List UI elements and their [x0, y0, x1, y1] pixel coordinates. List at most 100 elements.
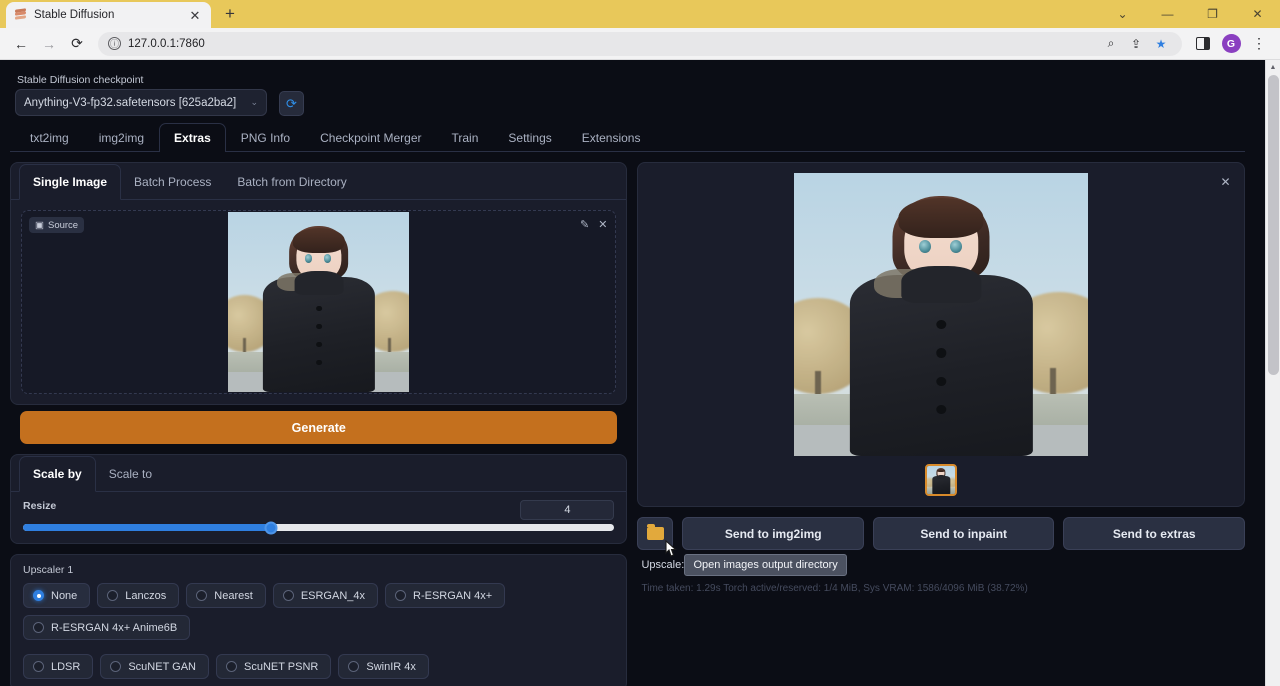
tab-scale-by[interactable]: Scale by [19, 456, 96, 492]
subtab-batch-process[interactable]: Batch Process [121, 165, 224, 199]
omnibox-actions: ⌕ ⇪ ★ [1100, 33, 1172, 55]
scrollbar-thumb[interactable] [1268, 75, 1279, 375]
close-window-button[interactable]: ✕ [1235, 0, 1280, 28]
tab-img2img[interactable]: img2img [84, 123, 159, 152]
upscaler1-option-r-esrgan-4x[interactable]: R-ESRGAN 4x+ [385, 583, 505, 608]
tab-extensions[interactable]: Extensions [567, 123, 656, 152]
bookmark-star-icon[interactable]: ★ [1150, 33, 1172, 55]
browser-tab[interactable]: Stable Diffusion ✕ [6, 2, 211, 28]
maximize-button[interactable]: ❐ [1190, 0, 1235, 28]
address-bar[interactable]: ⓘ 127.0.0.1:7860 ⌕ ⇪ ★ [98, 32, 1182, 56]
chevron-down-icon[interactable]: ⌄ [1100, 0, 1145, 28]
radio-dot-icon [33, 590, 44, 601]
send-to-inpaint-button[interactable]: Send to inpaint [873, 517, 1055, 550]
tab-extras[interactable]: Extras [159, 123, 226, 152]
resize-slider-fill [23, 524, 271, 531]
radio-dot-icon [107, 590, 118, 601]
upscaler1-option-nearest[interactable]: Nearest [186, 583, 266, 608]
tab-close-icon[interactable]: ✕ [187, 7, 203, 23]
upscaler1-option-lanczos[interactable]: Lanczos [97, 583, 179, 608]
tab-settings[interactable]: Settings [493, 123, 566, 152]
forward-icon[interactable]: → [36, 31, 62, 57]
refresh-checkpoints-button[interactable]: ⟳ [279, 91, 304, 116]
subtab-batch-from-directory[interactable]: Batch from Directory [224, 165, 359, 199]
source-badge: ▣ Source [29, 217, 84, 233]
upscaler1-option-none[interactable]: None [23, 583, 90, 608]
resize-slider-header: Resize 4 [23, 492, 614, 524]
checkpoint-dropdown[interactable]: Anything-V3-fp32.safetensors [625a2ba2] … [15, 89, 267, 116]
tab-txt2img[interactable]: txt2img [15, 123, 84, 152]
refresh-icon: ⟳ [286, 96, 297, 112]
resize-label: Resize [23, 500, 56, 512]
reload-icon[interactable]: ⟳ [64, 31, 90, 57]
upscaler1-title: Upscaler 1 [23, 564, 614, 576]
generate-button[interactable]: Generate [20, 411, 617, 444]
checkpoint-label: Stable Diffusion checkpoint [15, 74, 267, 86]
radio-dot-icon [33, 622, 44, 633]
source-badge-label: Source [48, 220, 78, 231]
avatar-initial: G [1222, 34, 1241, 53]
browser-navbar: ← → ⟳ ⓘ 127.0.0.1:7860 ⌕ ⇪ ★ G ⋮ [0, 28, 1280, 60]
page-scrollbar[interactable]: ▲ [1265, 60, 1280, 686]
share-icon[interactable]: ⇪ [1125, 33, 1147, 55]
new-tab-button[interactable]: + [217, 1, 243, 27]
tab-checkpoint-merger[interactable]: Checkpoint Merger [305, 123, 436, 152]
radio-dot-icon [110, 661, 121, 672]
search-icon[interactable]: ⌕ [1100, 33, 1122, 55]
browser-menu-icon[interactable]: ⋮ [1246, 31, 1272, 57]
window-controls: ⌄ — ❐ ✕ [1100, 0, 1280, 28]
source-image[interactable] [228, 212, 409, 392]
radio-label: ScuNET GAN [128, 661, 196, 673]
radio-label: ScuNET PSNR [244, 661, 318, 673]
edit-icon[interactable]: ✎ [580, 218, 589, 231]
tab-png-info[interactable]: PNG Info [226, 123, 305, 152]
side-panel-icon[interactable] [1190, 31, 1216, 57]
main-tab-bar: txt2img img2img Extras PNG Info Checkpoi… [10, 122, 1245, 152]
radio-label: R-ESRGAN 4x+ [413, 590, 492, 602]
radio-dot-icon [283, 590, 294, 601]
browser-tabstrip: Stable Diffusion ✕ + ⌄ — ❐ ✕ [0, 0, 1280, 28]
sub-tab-bar: Single Image Batch Process Batch from Di… [11, 163, 626, 200]
resize-value-input[interactable]: 4 [520, 500, 614, 520]
resize-slider-track[interactable] [23, 524, 614, 531]
upscaler1-option-swinir-4x[interactable]: SwinIR 4x [338, 654, 429, 679]
radio-dot-icon [196, 590, 207, 601]
upscaler1-option-r-esrgan-4x-anime6b[interactable]: R-ESRGAN 4x+ Anime6B [23, 615, 190, 640]
site-info-icon[interactable]: ⓘ [108, 37, 121, 50]
radio-dot-icon [395, 590, 406, 601]
result-thumbnail[interactable] [925, 464, 957, 496]
back-icon[interactable]: ← [8, 31, 34, 57]
send-to-extras-button[interactable]: Send to extras [1063, 517, 1245, 550]
stable-diffusion-favicon [14, 9, 27, 22]
profile-avatar[interactable]: G [1218, 31, 1244, 57]
upscaler1-options: None Lanczos Nearest ESRGAN_4x R-ESRGAN 4x+ R… [23, 583, 614, 679]
result-actions: Open images output directory Send to img… [637, 517, 1245, 550]
open-output-directory-button[interactable]: Open images output directory [637, 517, 673, 550]
anime-illustration [228, 212, 409, 392]
resize-slider-thumb[interactable] [265, 521, 278, 534]
scale-panel: Scale by Scale to Resize 4 [10, 454, 627, 544]
close-icon[interactable]: ✕ [598, 218, 607, 231]
upscaler1-option-esrgan-4x[interactable]: ESRGAN_4x [273, 583, 378, 608]
single-image-panel: Single Image Batch Process Batch from Di… [10, 162, 627, 405]
radio-dot-icon [33, 661, 44, 672]
result-image[interactable] [794, 173, 1088, 456]
tab-train[interactable]: Train [437, 123, 494, 152]
scale-tab-bar: Scale by Scale to [11, 455, 626, 492]
upscaler1-option-scunet-psnr[interactable]: ScuNET PSNR [216, 654, 331, 679]
radio-label: ESRGAN_4x [301, 590, 365, 602]
upscaler1-option-ldsr[interactable]: LDSR [23, 654, 93, 679]
radio-label: Lanczos [125, 590, 166, 602]
webui-page: Stable Diffusion checkpoint Anything-V3-… [0, 60, 1280, 686]
minimize-button[interactable]: — [1145, 0, 1190, 28]
result-thumbnail-strip [925, 464, 957, 496]
send-to-img2img-button[interactable]: Send to img2img [682, 517, 864, 550]
source-image-dropzone[interactable]: ▣ Source ✎ ✕ [21, 210, 616, 394]
close-icon[interactable]: ✕ [1217, 173, 1234, 190]
result-gallery-panel: ✕ [637, 162, 1245, 507]
checkpoint-field: Stable Diffusion checkpoint Anything-V3-… [15, 74, 267, 116]
subtab-single-image[interactable]: Single Image [19, 164, 121, 200]
tab-scale-to[interactable]: Scale to [96, 457, 165, 491]
scroll-up-arrow[interactable]: ▲ [1266, 60, 1280, 75]
upscaler1-option-scunet-gan[interactable]: ScuNET GAN [100, 654, 209, 679]
